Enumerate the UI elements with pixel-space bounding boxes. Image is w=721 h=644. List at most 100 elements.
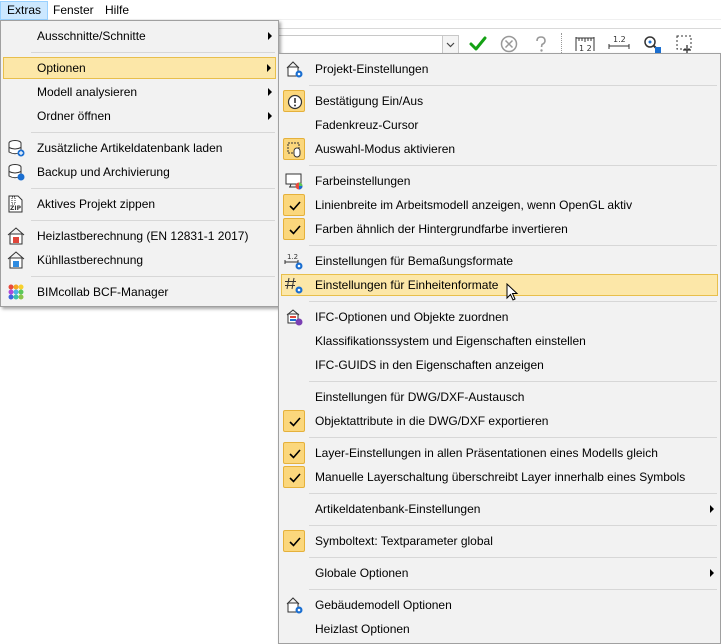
menu-item-bimcollab[interactable]: BIMcollab BCF-Manager [3, 281, 276, 303]
menu-item-label: Artikeldatenbank-Einstellungen [315, 502, 481, 516]
menu-item-label: Layer-Einstellungen in allen Präsentatio… [315, 446, 658, 460]
menu-item-farben-invertieren[interactable]: Farben ähnlich der Hintergrundfarbe inve… [281, 218, 718, 240]
menu-item-label: Modell analysieren [37, 85, 138, 99]
select-cursor-icon[interactable] [674, 33, 698, 55]
menu-item-label: IFC-Optionen und Objekte zuordnen [315, 310, 509, 324]
svg-text:1 2: 1 2 [579, 44, 592, 53]
menu-item-label: Aktives Projekt zippen [37, 197, 156, 211]
menu-item-manuelle-layerschaltung[interactable]: Manuelle Layerschaltung überschreibt Lay… [281, 466, 718, 488]
menubar: Extras Fenster Hilfe [0, 0, 721, 20]
checkmark-icon [283, 410, 305, 432]
menu-item-label: Heizlastberechnung (EN 12831-1 2017) [37, 229, 249, 243]
selection-mode-icon [283, 138, 305, 160]
menu-fenster[interactable]: Fenster [47, 1, 100, 20]
menu-item-backup[interactable]: Backup und Archivierung [3, 161, 276, 183]
menu-item-label: Ordner öffnen [37, 109, 111, 123]
confirm-check-icon[interactable] [466, 33, 490, 55]
bimcollab-icon [6, 282, 26, 302]
mouse-cursor-icon [506, 283, 519, 301]
menu-item-symboltext[interactable]: Symboltext: Textparameter global [281, 530, 718, 552]
cancel-circle-icon[interactable] [497, 33, 521, 55]
zip-file-icon: ZIP [6, 194, 26, 214]
menu-item-artikeldatenbank-laden[interactable]: Zusätzliche Artikeldatenbank laden [3, 137, 276, 159]
combo-dropdown-button[interactable] [442, 35, 459, 54]
unit-format-settings-icon [284, 275, 304, 295]
menu-item-globale-optionen[interactable]: Globale Optionen [281, 562, 718, 584]
svg-text:ZIP: ZIP [10, 205, 22, 212]
menu-item-label: Klassifikationssystem und Eigenschaften … [315, 334, 586, 348]
menu-item-label: Linienbreite im Arbeitsmodell anzeigen, … [315, 198, 633, 212]
menu-item-einheitenformate[interactable]: Einstellungen für Einheitenformate [281, 274, 718, 301]
toolbar-combo[interactable] [278, 35, 459, 54]
menu-item-label: Auswahl-Modus aktivieren [315, 142, 456, 156]
menu-item-label: Ausschnitte/Schnitte [37, 29, 146, 43]
submenu-arrow-icon [268, 88, 272, 96]
menu-item-label: Fadenkreuz-Cursor [315, 118, 419, 132]
menu-item-label: Einstellungen für DWG/DXF-Austausch [315, 390, 525, 404]
menu-item-layer-einstellungen[interactable]: Layer-Einstellungen in allen Präsentatio… [281, 442, 718, 464]
menu-item-label: Bestätigung Ein/Aus [315, 94, 424, 108]
menu-hilfe[interactable]: Hilfe [99, 1, 135, 20]
menu-item-ifc-optionen[interactable]: IFC-Optionen und Objekte zuordnen [281, 306, 718, 328]
menu-item-klassifikationssystem[interactable]: Klassifikationssystem und Eigenschaften … [281, 330, 718, 352]
house-heat-icon [6, 226, 26, 246]
menu-item-farbeinstellungen[interactable]: Farbeinstellungen [281, 170, 718, 192]
menu-item-heizlast[interactable]: Heizlastberechnung (EN 12831-1 2017) [3, 225, 276, 247]
menu-item-label: Manuelle Layerschaltung überschreibt Lay… [315, 470, 686, 484]
snap-icon[interactable] [640, 33, 664, 55]
checkmark-icon [283, 218, 305, 240]
submenu-arrow-icon [710, 505, 714, 513]
project-settings-icon [284, 59, 304, 79]
checkmark-icon [283, 442, 305, 464]
menu-item-label: Backup und Archivierung [37, 165, 170, 179]
submenu-arrow-icon [267, 64, 271, 72]
menu-item-label: Symboltext: Textparameter global [315, 534, 493, 548]
svg-text:1.2: 1.2 [287, 253, 298, 261]
warning-toggle-icon [283, 90, 305, 112]
menu-item-label: Optionen [37, 61, 86, 75]
checkmark-icon [283, 530, 305, 552]
menu-item-modell-analysieren[interactable]: Modell analysieren [3, 81, 276, 103]
menu-item-ordner-oeffnen[interactable]: Ordner öffnen [3, 105, 276, 127]
extras-menu: Ausschnitte/Schnitte Optionen Modell ana… [0, 20, 279, 307]
menu-item-fadenkreuz[interactable]: Fadenkreuz-Cursor [281, 114, 718, 136]
ifc-icon [284, 307, 304, 327]
menu-item-label: Gebäudemodell Optionen [315, 598, 452, 612]
menu-item-objektattribute-dwg[interactable]: Objektattribute in die DWG/DXF exportier… [281, 410, 718, 432]
optionen-submenu: Projekt-Einstellungen Bestätigung Ein/Au… [278, 53, 721, 644]
menu-item-projekt-einstellungen[interactable]: Projekt-Einstellungen [281, 58, 718, 80]
menu-item-label: BIMcollab BCF-Manager [37, 285, 169, 299]
backup-icon [6, 162, 26, 182]
menu-item-kuehllast[interactable]: Kühllastberechnung [3, 249, 276, 271]
menu-item-optionen[interactable]: Optionen [3, 57, 276, 79]
menu-item-ausschnitte[interactable]: Ausschnitte/Schnitte [3, 25, 276, 47]
color-settings-icon [284, 171, 304, 191]
menu-item-auswahl-modus[interactable]: Auswahl-Modus aktivieren [281, 138, 718, 160]
help-question-icon[interactable] [529, 33, 553, 55]
menu-item-label: Einstellungen für Einheitenformate [315, 278, 499, 292]
menu-item-bestaetigung[interactable]: Bestätigung Ein/Aus [281, 90, 718, 112]
menu-item-label: Globale Optionen [315, 566, 409, 580]
menu-item-projekt-zippen[interactable]: ZIP Aktives Projekt zippen [3, 193, 276, 215]
menu-item-label: Farben ähnlich der Hintergrundfarbe inve… [315, 222, 568, 236]
menu-item-label: Heizlast Optionen [315, 622, 410, 636]
menu-item-heizlast-optionen[interactable]: Heizlast Optionen [281, 618, 718, 640]
menu-item-label: Zusätzliche Artikeldatenbank laden [37, 141, 223, 155]
menu-item-linienbreite[interactable]: Linienbreite im Arbeitsmodell anzeigen, … [281, 194, 718, 216]
building-model-icon [284, 595, 304, 615]
menu-item-bemassungsformate[interactable]: 1.2 Einstellungen für Bemaßungsformate [281, 250, 718, 272]
menu-item-dwg-dxf-austausch[interactable]: Einstellungen für DWG/DXF-Austausch [281, 386, 718, 408]
menu-item-label: IFC-GUIDS in den Eigenschaften anzeigen [315, 358, 544, 372]
menu-item-label: Objektattribute in die DWG/DXF exportier… [315, 414, 549, 428]
menu-item-label: Kühllastberechnung [37, 253, 144, 267]
menu-item-artikeldatenbank-einstellungen[interactable]: Artikeldatenbank-Einstellungen [281, 498, 718, 520]
menu-item-ifc-guids[interactable]: IFC-GUIDS in den Eigenschaften anzeigen [281, 354, 718, 376]
menu-item-gebaeudemodell-optionen[interactable]: Gebäudemodell Optionen [281, 594, 718, 616]
dimension-format-settings-icon: 1.2 [284, 251, 304, 271]
menu-extras[interactable]: Extras [0, 1, 49, 20]
submenu-arrow-icon [268, 112, 272, 120]
submenu-arrow-icon [268, 32, 272, 40]
dimension-icon[interactable]: 1 2 [573, 33, 597, 55]
menu-item-label: Farbeinstellungen [315, 174, 411, 188]
dimension-format-icon[interactable]: 1.2 [607, 33, 631, 55]
